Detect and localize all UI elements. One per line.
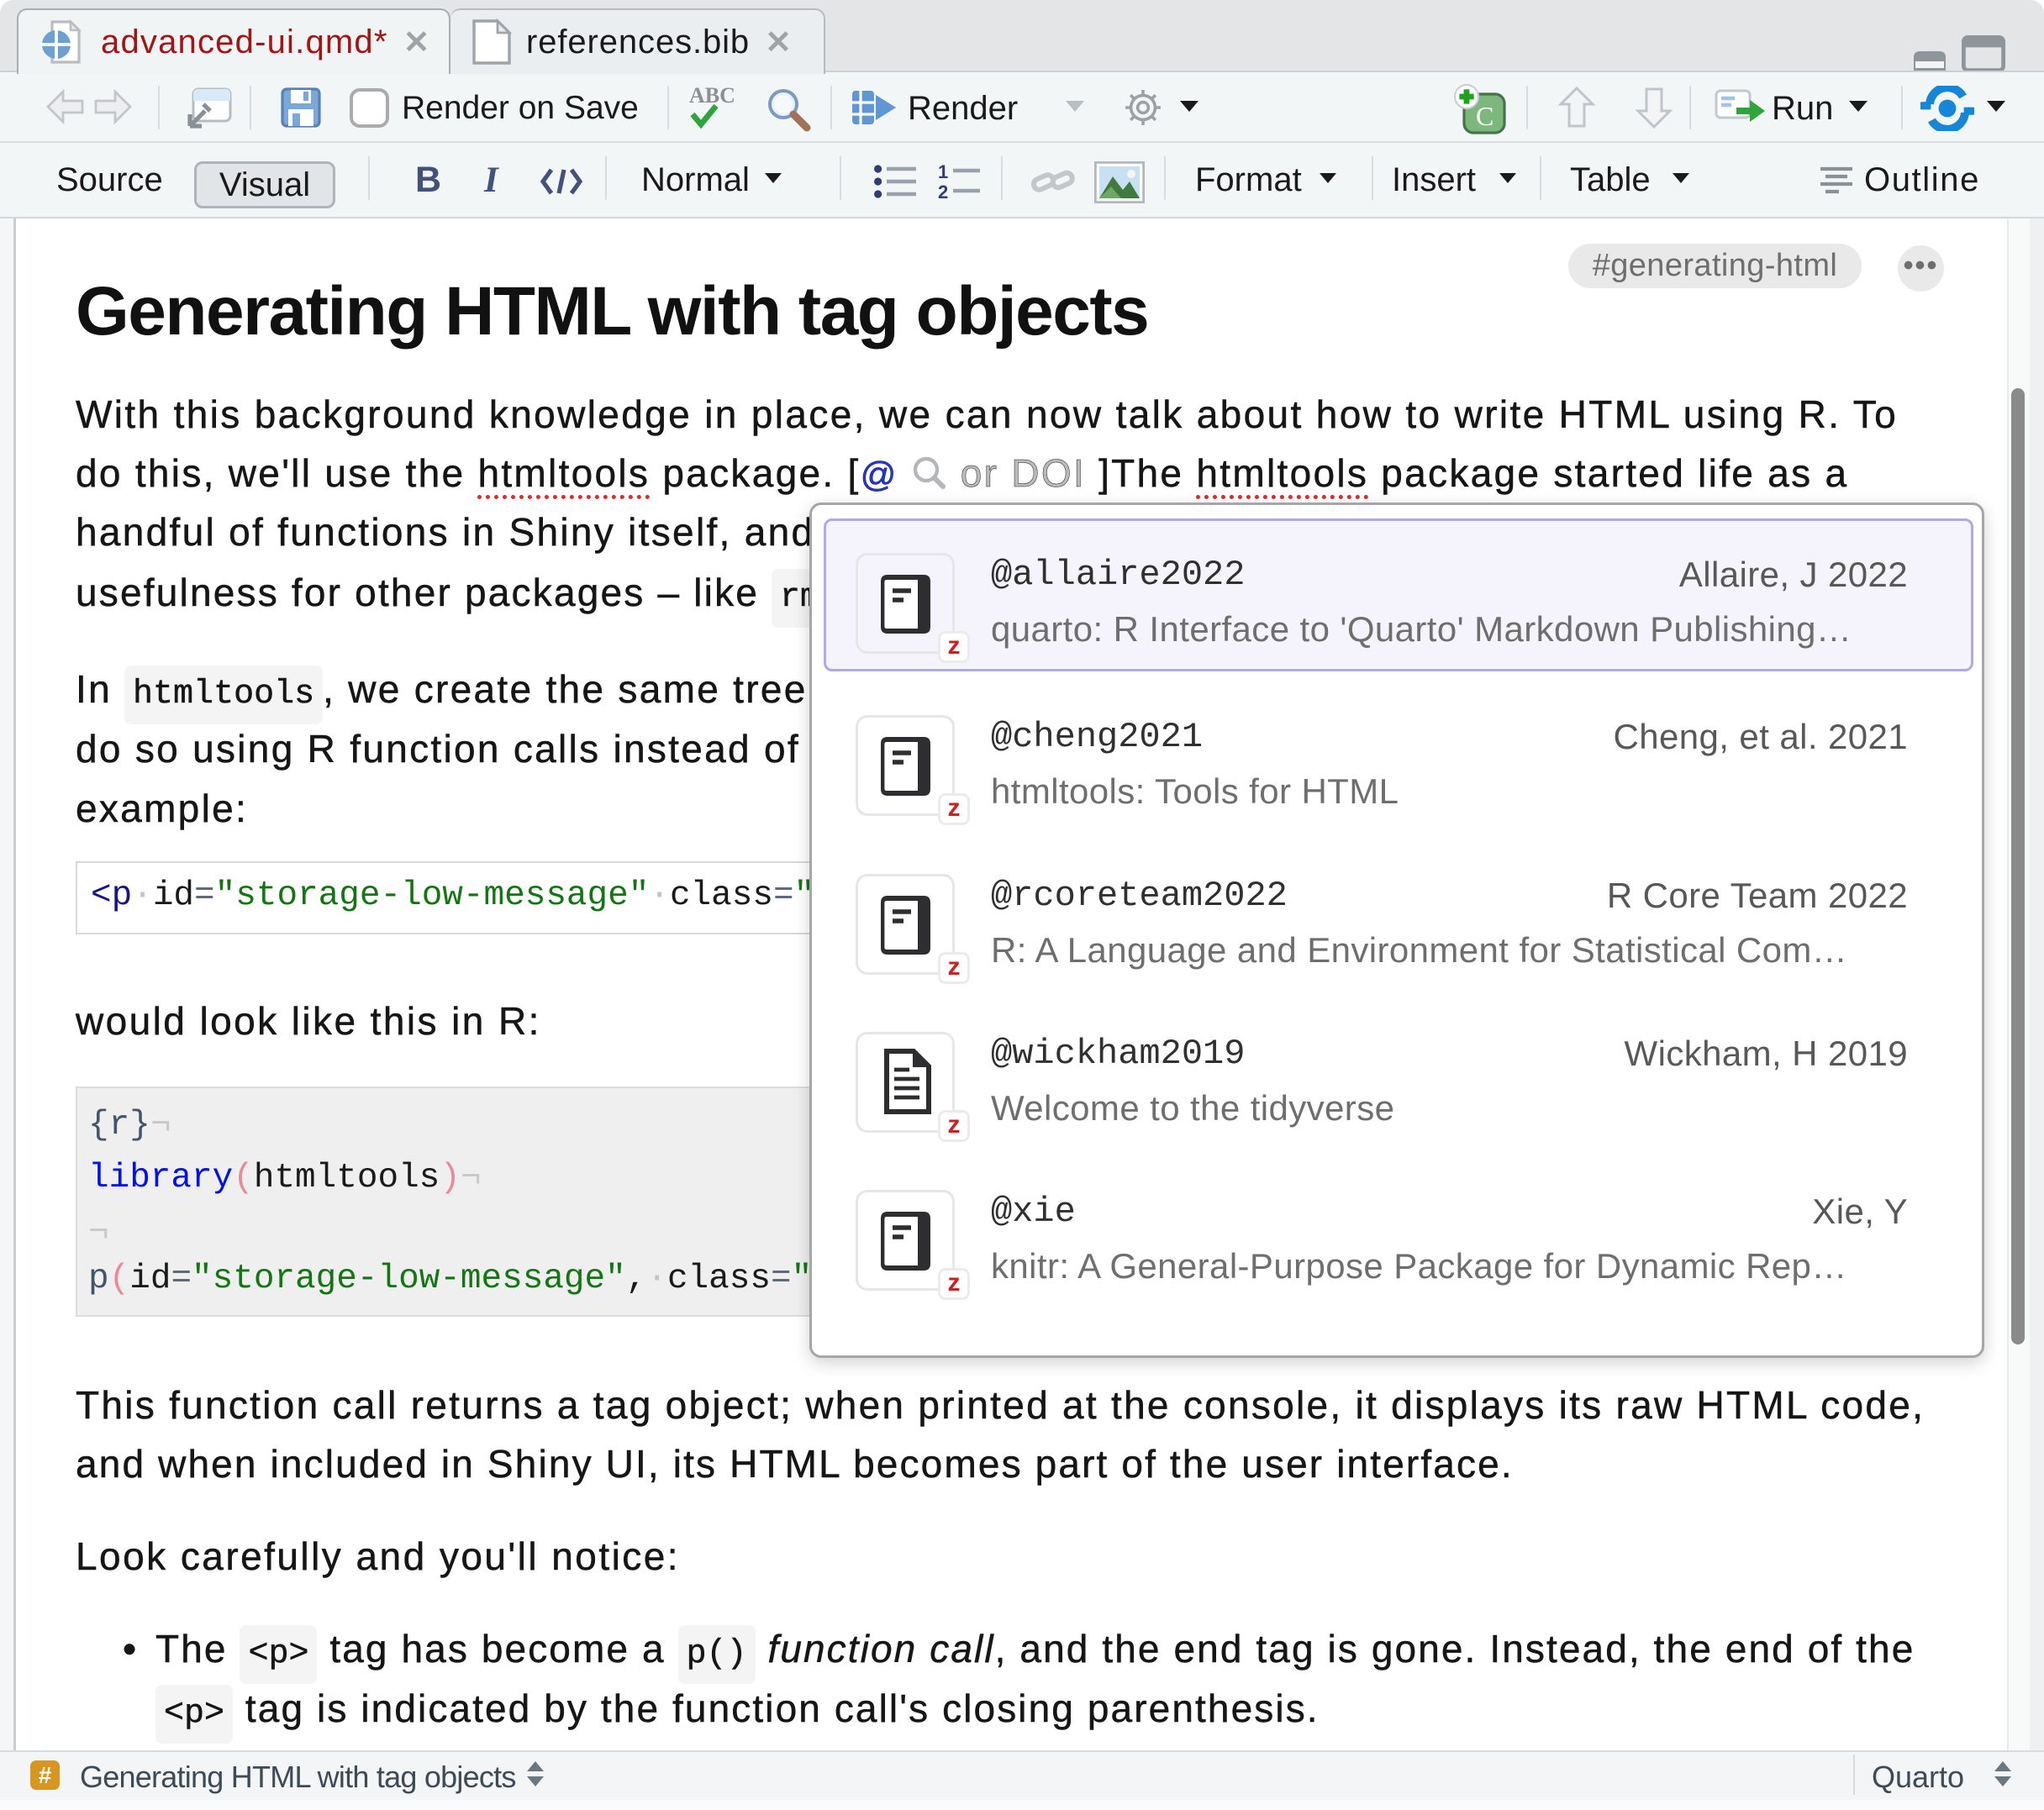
svg-text:C: C (1476, 101, 1493, 131)
svg-text:ABC: ABC (689, 83, 735, 108)
svg-text:2: 2 (938, 182, 948, 200)
svg-text:1: 1 (938, 163, 948, 182)
